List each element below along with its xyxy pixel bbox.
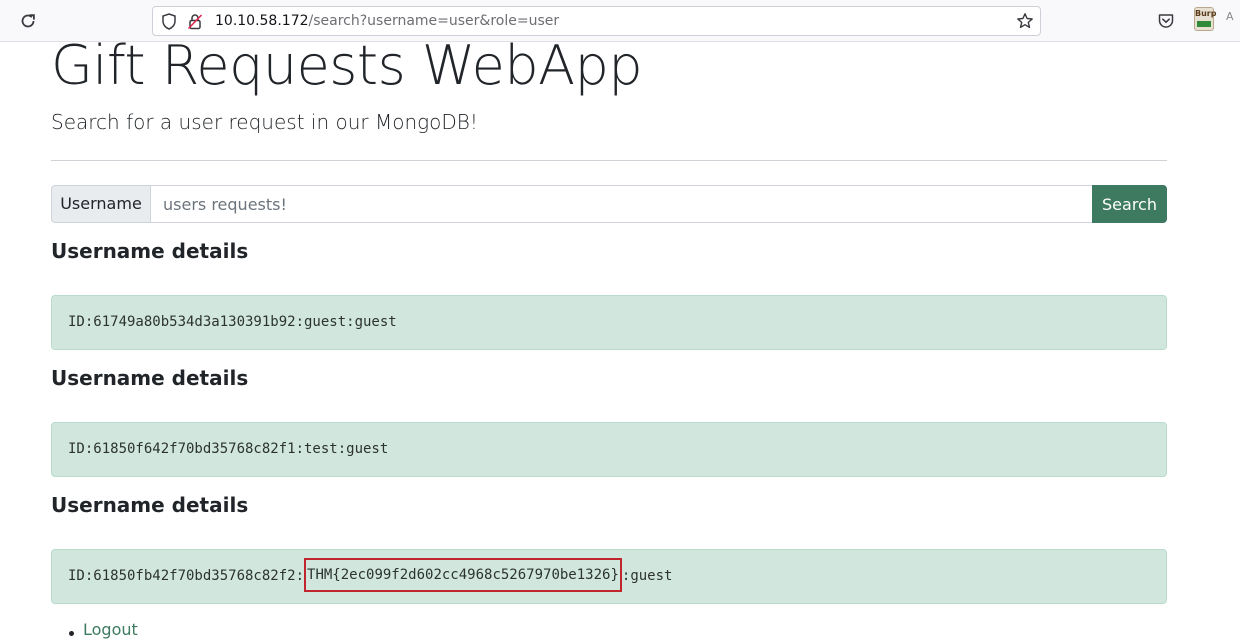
result-role-text: :guest — [621, 568, 673, 584]
flag-highlight: THM{2ec099f2d602cc4968c5267970be1326} — [304, 557, 622, 592]
logout-link[interactable]: Logout — [83, 620, 138, 639]
username-label: Username — [51, 185, 151, 223]
result-details: ID:61749a80b534d3a130391b92:guest:guest — [51, 295, 1167, 350]
result-heading: Username details — [51, 239, 249, 263]
result-text: ID:61749a80b534d3a130391b92:guest:guest — [68, 314, 397, 330]
page-title: Gift Requests WebApp — [51, 34, 643, 97]
divider — [51, 160, 1167, 161]
tracking-protection-icon[interactable] — [161, 13, 177, 30]
url-text: 10.10.58.172/search?username=user&role=u… — [215, 13, 559, 29]
translate-icon[interactable]: A — [1226, 10, 1240, 28]
pocket-icon[interactable] — [1157, 12, 1175, 30]
bookmark-star-icon[interactable] — [1016, 12, 1034, 30]
translate-label: A — [1226, 10, 1234, 23]
burp-extension-icon[interactable]: Burp — [1194, 7, 1217, 31]
nav-list: Logout — [51, 620, 138, 640]
address-bar[interactable]: 10.10.58.172/search?username=user&role=u… — [152, 6, 1041, 36]
result-heading: Username details — [51, 366, 249, 390]
insecure-lock-icon[interactable] — [187, 13, 203, 30]
url-host: 10.10.58.172 — [215, 13, 309, 29]
search-input[interactable] — [150, 185, 1093, 223]
page-subtitle: Search for a user request in our MongoDB… — [51, 110, 478, 134]
url-path: /search?username=user&role=user — [308, 13, 560, 29]
result-heading: Username details — [51, 493, 249, 517]
reload-icon[interactable] — [18, 11, 38, 31]
result-details: ID:61850fb42f70bd35768c82f2: THM{2ec099f2… — [51, 549, 1167, 604]
result-id-text: ID:61850fb42f70bd35768c82f2: — [68, 568, 305, 584]
search-button[interactable]: Search — [1092, 185, 1167, 223]
search-form: Username Search — [51, 185, 1167, 223]
burp-status-bar — [1197, 21, 1211, 27]
nav-item-logout: Logout — [51, 620, 138, 640]
result-details: ID:61850f642f70bd35768c82f1:test:guest — [51, 422, 1167, 477]
burp-label: Burp — [1195, 9, 1217, 18]
result-text: ID:61850f642f70bd35768c82f1:test:guest — [68, 441, 389, 457]
